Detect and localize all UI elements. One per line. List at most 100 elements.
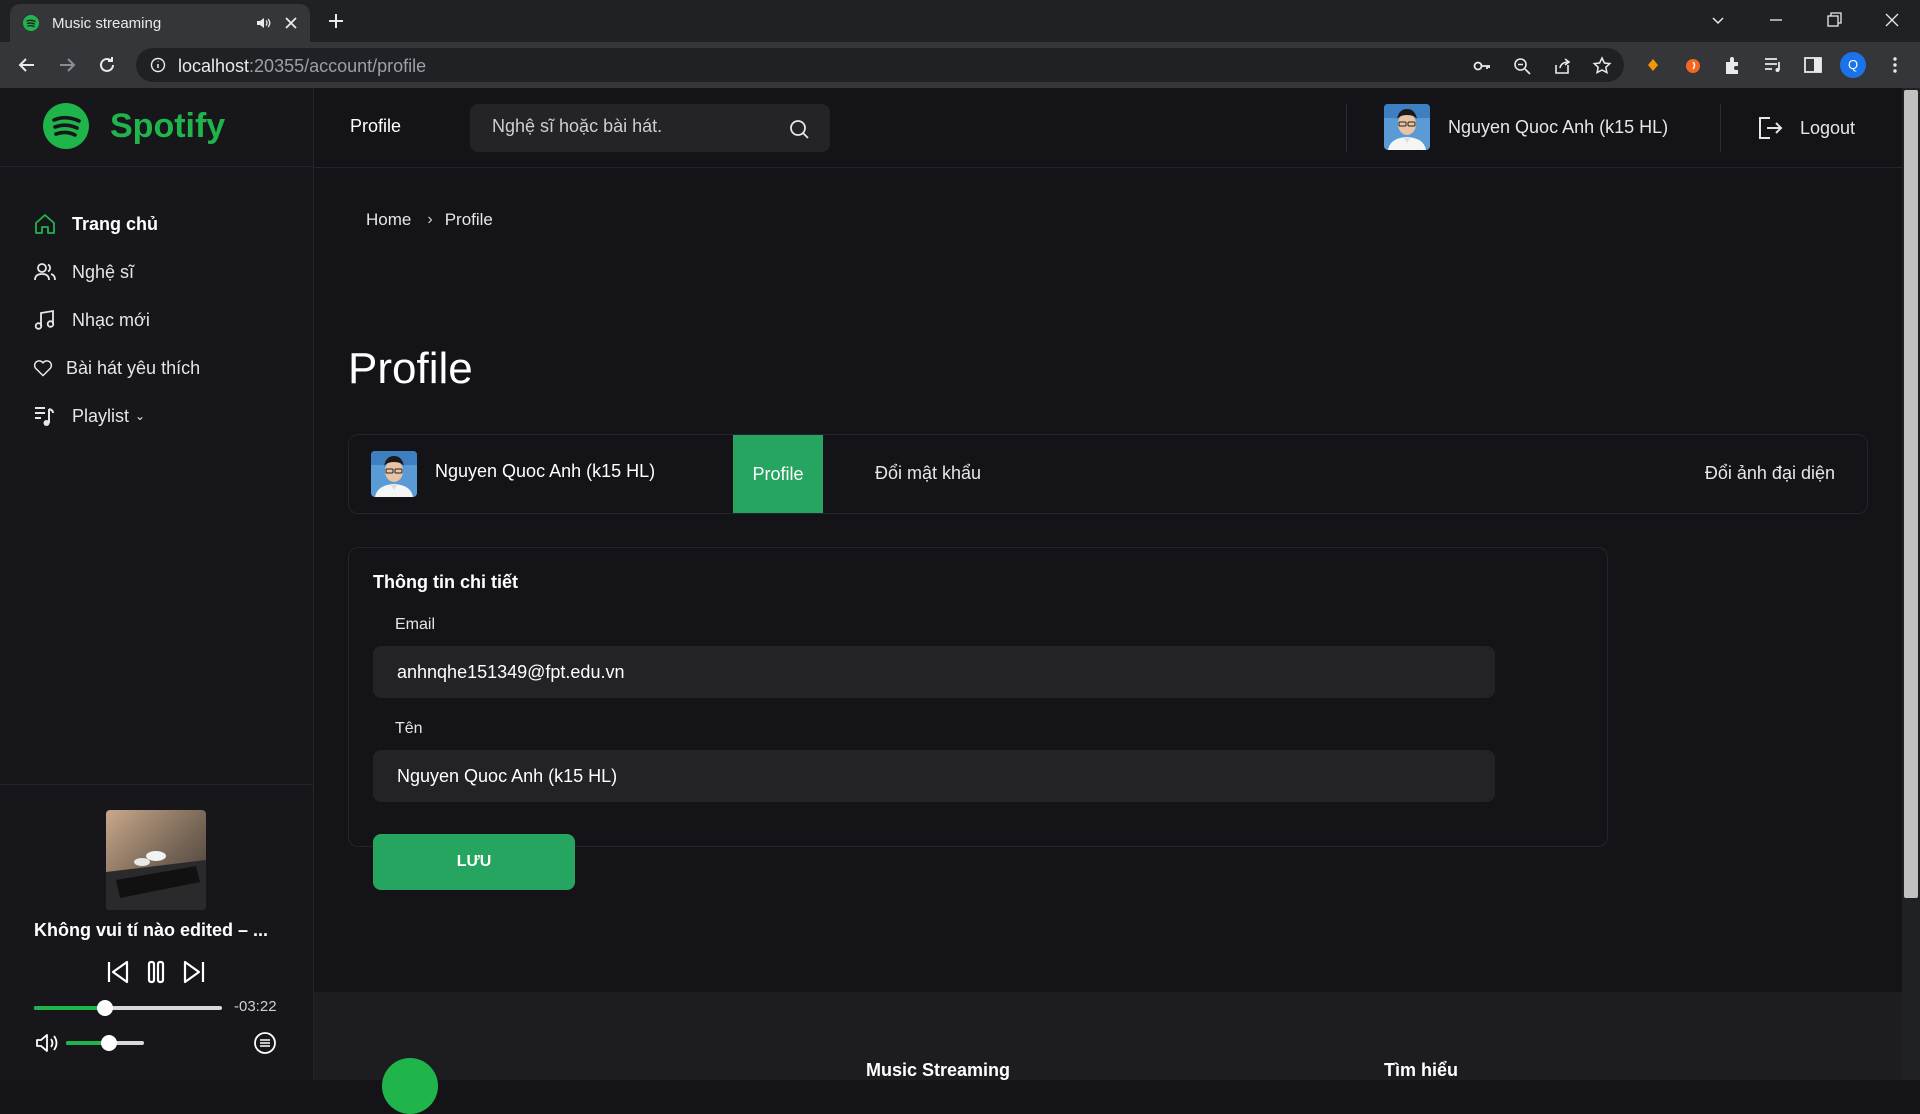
tab-change-avatar[interactable]: Đổi ảnh đại diện [1705,463,1835,484]
close-tab-icon[interactable] [284,16,298,30]
zoom-out-icon[interactable] [1512,56,1532,76]
tab-profile[interactable]: Profile [733,435,823,513]
profile-form-card: Thông tin chi tiết Email Tên LƯU [348,547,1608,890]
album-cover [106,810,206,910]
audio-playing-icon[interactable] [254,14,272,32]
reload-icon[interactable] [96,54,118,76]
progress-fill [34,1006,106,1010]
brand-name: Spotify [110,106,226,145]
close-window-icon[interactable] [1880,8,1904,32]
logout-label: Logout [1800,117,1856,138]
page-scrollbar[interactable] [1902,88,1920,1080]
volume-handle[interactable] [100,1035,117,1051]
time-remaining: -03:22 [234,998,277,1015]
forward-arrow-icon[interactable] [56,54,78,76]
volume-slider[interactable] [66,1035,144,1051]
search-box [470,104,830,152]
users-icon [34,263,56,281]
pause-icon[interactable] [142,958,170,986]
url-text: localhost:20355/account/profile [178,56,426,77]
email-field[interactable] [373,646,1495,698]
footer-column-title: Tìm hiểu [1384,1060,1459,1080]
chevron-down-icon: ⌄ [135,409,146,423]
search-icon[interactable] [788,118,810,140]
share-icon[interactable] [1552,56,1572,76]
url-path: :20355/account/profile [249,56,427,76]
header-title: Profile [350,116,402,136]
breadcrumb-home[interactable]: Home [366,210,411,230]
footer-logo-icon [382,1058,438,1114]
form-title: Thông tin chi tiết [373,572,518,592]
top-header: Profile Nguyen Quoc Anh (k15 HL) Logout [314,88,1902,168]
save-button[interactable]: LƯU [373,834,575,890]
sidebar: Spotify Trang chủ Nghệ sĩ Nhạc mới Bài h… [0,88,314,1080]
sidebar-item-artists[interactable]: Nghệ sĩ [32,248,200,296]
name-label: Tên [395,720,423,737]
profile-avatar [371,451,417,497]
footer-column-title: Music Streaming [866,1060,1011,1080]
header-divider [1720,104,1721,152]
now-playing-title: Không vui tí nào edited – ... [34,920,269,940]
sidebar-item-new-music[interactable]: Nhạc mới [32,296,200,344]
volume-icon[interactable] [34,1030,60,1056]
key-icon[interactable] [1472,56,1492,76]
name-field[interactable] [373,750,1495,802]
sidebar-item-label: Trang chủ [72,213,159,234]
player-divider [0,784,314,785]
profile-tabs-card: Nguyen Quoc Anh (k15 HL) Profile Đổi mật… [348,434,1868,514]
header-user[interactable]: Nguyen Quoc Anh (k15 HL) [1384,104,1668,150]
queue-icon[interactable] [252,1030,278,1056]
bookmark-star-icon[interactable] [1592,56,1612,76]
sidebar-divider [0,166,314,167]
spotify-logo-icon [43,103,89,149]
music-note-icon [34,309,55,330]
avatar [1384,104,1430,150]
sidebar-item-playlist[interactable]: Playlist ⌄ [32,392,200,440]
breadcrumb-separator: › [427,211,433,228]
app-root: Spotify Trang chủ Nghệ sĩ Nhạc mới Bài h… [0,88,1902,1114]
sidebar-item-label: Bài hát yêu thích [66,357,201,378]
previous-track-icon[interactable] [104,958,132,986]
address-bar[interactable]: localhost:20355/account/profile [136,48,1624,82]
side-panel-icon[interactable] [1802,54,1824,76]
home-icon [35,214,55,234]
sidebar-menu: Trang chủ Nghệ sĩ Nhạc mới Bài hát yêu t… [32,200,200,440]
next-track-icon[interactable] [180,958,208,986]
breadcrumb: Home › Profile [366,210,493,230]
site-info-icon[interactable] [150,57,166,73]
browser-menu-icon[interactable] [1884,54,1906,76]
logout-button[interactable]: Logout [1756,114,1855,142]
tab-search-icon[interactable] [1706,8,1730,32]
sidebar-item-favorites[interactable]: Bài hát yêu thích [32,344,200,392]
new-tab-icon[interactable] [326,11,346,31]
back-arrow-icon[interactable] [16,54,38,76]
scrollbar-thumb[interactable] [1904,90,1918,898]
spotify-favicon-icon [23,15,39,31]
browser-toolbar: localhost:20355/account/profile Q [0,42,1920,88]
progress-slider[interactable] [34,1000,222,1016]
restore-window-icon[interactable] [1822,8,1846,32]
playlist-icon [35,407,54,426]
email-label: Email [395,616,436,633]
media-control-icon[interactable] [1762,54,1784,76]
extension-orange-icon[interactable] [1642,54,1664,76]
browser-profile-avatar[interactable]: Q [1840,52,1866,78]
profile-user: Nguyen Quoc Anh (k15 HL) [371,451,655,497]
header-divider [1346,104,1347,152]
extensions-puzzle-icon[interactable] [1722,54,1744,76]
page-title: Profile [348,344,473,393]
heart-icon [33,360,53,377]
logout-icon [1759,117,1783,139]
sidebar-item-label: Nhạc mới [72,309,150,330]
progress-handle[interactable] [97,1000,114,1016]
sidebar-item-label: Nghệ sĩ [72,261,135,282]
search-input[interactable] [492,116,782,137]
tab-change-password[interactable]: Đổi mật khẩu [875,463,981,484]
brand[interactable]: Spotify [42,102,225,150]
minimize-window-icon[interactable] [1764,8,1788,32]
extension-fire-icon[interactable] [1682,54,1704,76]
header-user-name: Nguyen Quoc Anh (k15 HL) [1448,116,1669,137]
sidebar-item-home[interactable]: Trang chủ [32,200,200,248]
url-host: localhost [178,56,250,76]
browser-tab[interactable]: Music streaming [10,4,310,42]
